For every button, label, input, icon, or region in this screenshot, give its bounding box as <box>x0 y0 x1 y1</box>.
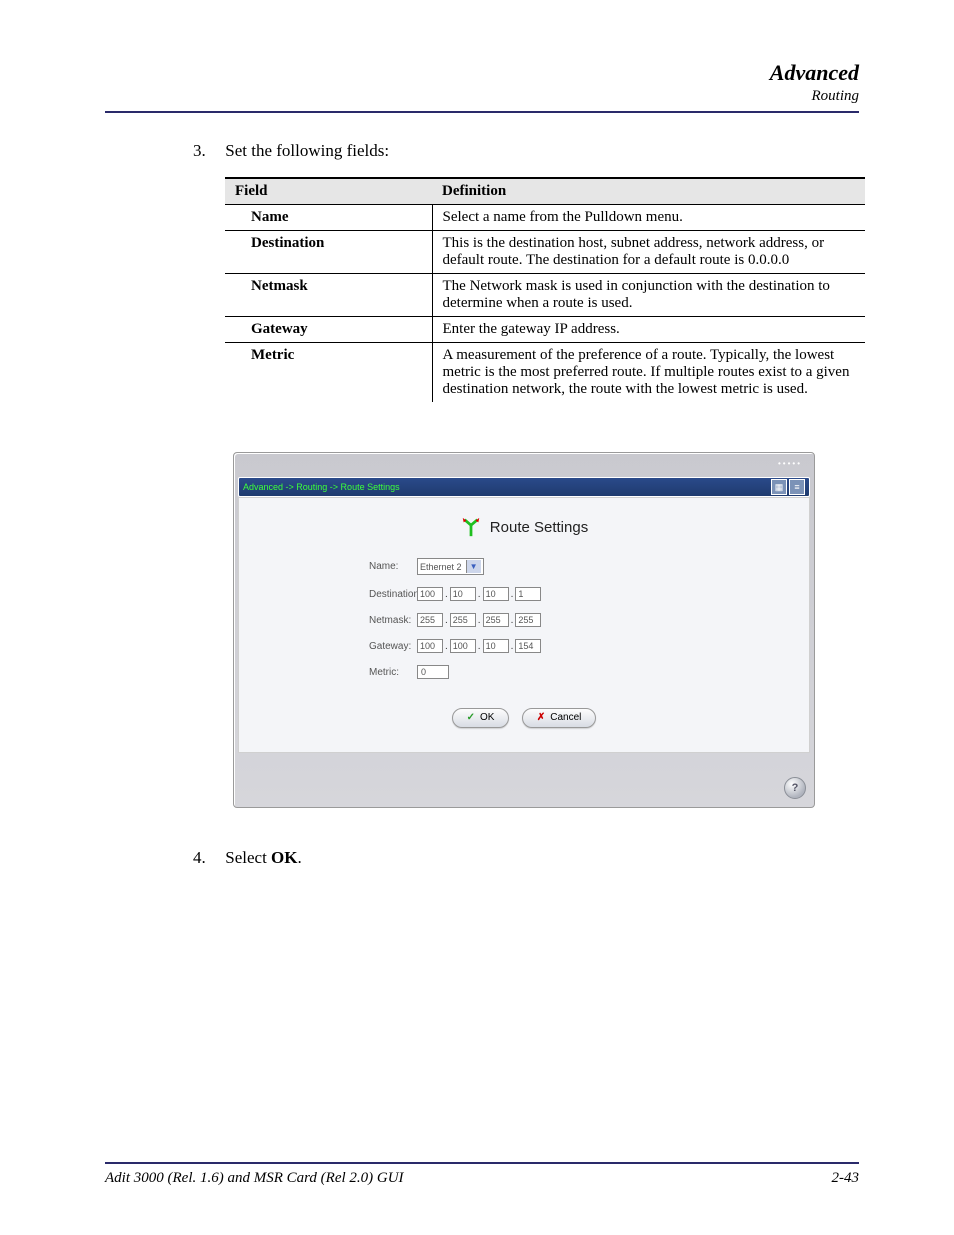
layout-icon[interactable]: ▦ <box>771 479 787 495</box>
destination-octet-3[interactable]: 10 <box>483 587 509 601</box>
field-def: Enter the gateway IP address. <box>432 317 865 343</box>
gateway-octet-4[interactable]: 154 <box>515 639 541 653</box>
metric-input[interactable]: 0 <box>417 665 449 679</box>
window-body: Route Settings Name: Ethernet 2 ▼ Destin… <box>238 497 810 753</box>
destination-octet-1[interactable]: 100 <box>417 587 443 601</box>
step4-prefix: Select <box>225 848 271 867</box>
table-row: Destination This is the destination host… <box>225 231 865 274</box>
netmask-octet-2[interactable]: 255 <box>450 613 476 627</box>
th-definition: Definition <box>432 178 865 205</box>
step-text: Set the following fields: <box>225 141 389 160</box>
header-subtitle: Routing <box>105 88 859 105</box>
help-icon[interactable]: ? <box>784 777 806 799</box>
step-4: 4. Select OK. <box>193 848 859 868</box>
field-def: This is the destination host, subnet add… <box>432 231 865 274</box>
row-destination: Destination: 100. 10. 10. 1 <box>249 581 799 607</box>
table-row: Name Select a name from the Pulldown men… <box>225 205 865 231</box>
label-destination: Destination: <box>249 589 417 600</box>
header-title: Advanced <box>105 60 859 86</box>
row-netmask: Netmask: 255. 255. 255. 255 <box>249 607 799 633</box>
chevron-down-icon: ▼ <box>466 560 481 573</box>
page-header: Advanced Routing <box>105 60 859 113</box>
netmask-octet-1[interactable]: 255 <box>417 613 443 627</box>
row-metric: Metric: 0 <box>249 659 799 685</box>
field-def: Select a name from the Pulldown menu. <box>432 205 865 231</box>
route-icon <box>460 516 482 538</box>
cancel-label: Cancel <box>550 712 581 723</box>
step-number: 3. <box>193 141 221 161</box>
label-gateway: Gateway: <box>249 641 417 652</box>
netmask-octet-3[interactable]: 255 <box>483 613 509 627</box>
window-footer: ? <box>234 757 814 807</box>
page-footer: Adit 3000 (Rel. 1.6) and MSR Card (Rel 2… <box>105 1162 859 1187</box>
footer-left: Adit 3000 (Rel. 1.6) and MSR Card (Rel 2… <box>105 1170 404 1187</box>
cancel-button[interactable]: ✗ Cancel <box>522 708 597 728</box>
field-def: The Network mask is used in conjunction … <box>432 274 865 317</box>
destination-octet-4[interactable]: 1 <box>515 587 541 601</box>
ok-button[interactable]: ✓ OK <box>452 708 510 728</box>
step-number: 4. <box>193 848 221 868</box>
label-name: Name: <box>249 561 417 572</box>
panel-title-row: Route Settings <box>249 516 799 538</box>
gateway-octet-2[interactable]: 100 <box>450 639 476 653</box>
table-row: Metric A measurement of the preference o… <box>225 343 865 403</box>
netmask-octet-4[interactable]: 255 <box>515 613 541 627</box>
name-dropdown[interactable]: Ethernet 2 ▼ <box>417 558 484 575</box>
step-3: 3. Set the following fields: <box>193 141 859 161</box>
gateway-octet-1[interactable]: 100 <box>417 639 443 653</box>
row-gateway: Gateway: 100. 100. 10. 154 <box>249 633 799 659</box>
gateway-octet-3[interactable]: 10 <box>483 639 509 653</box>
list-icon[interactable]: ≡ <box>789 479 805 495</box>
route-settings-window: ••••• Advanced -> Routing -> Route Setti… <box>233 452 815 808</box>
th-field: Field <box>225 178 432 205</box>
step4-suffix: . <box>298 848 302 867</box>
window-titlebar: Advanced -> Routing -> Route Settings ▦ … <box>238 477 810 497</box>
field-def: A measurement of the preference of a rou… <box>432 343 865 403</box>
button-row: ✓ OK ✗ Cancel <box>249 707 799 728</box>
check-icon: ✓ <box>467 712 475 723</box>
field-name: Gateway <box>225 317 432 343</box>
name-value: Ethernet 2 <box>420 562 462 572</box>
field-name: Netmask <box>225 274 432 317</box>
label-netmask: Netmask: <box>249 615 417 626</box>
ok-label: OK <box>480 712 494 723</box>
fields-table: Field Definition Name Select a name from… <box>225 177 865 402</box>
destination-octet-2[interactable]: 10 <box>450 587 476 601</box>
field-name: Metric <box>225 343 432 403</box>
label-metric: Metric: <box>249 667 417 678</box>
field-name: Name <box>225 205 432 231</box>
window-grip-icon: ••••• <box>778 459 802 469</box>
x-icon: ✗ <box>537 712 545 723</box>
row-name: Name: Ethernet 2 ▼ <box>249 552 799 581</box>
breadcrumb: Advanced -> Routing -> Route Settings <box>243 482 400 492</box>
table-row: Gateway Enter the gateway IP address. <box>225 317 865 343</box>
footer-right: 2-43 <box>832 1170 860 1187</box>
panel-title: Route Settings <box>490 519 588 536</box>
step4-bold: OK <box>271 848 297 867</box>
field-name: Destination <box>225 231 432 274</box>
table-row: Netmask The Network mask is used in conj… <box>225 274 865 317</box>
